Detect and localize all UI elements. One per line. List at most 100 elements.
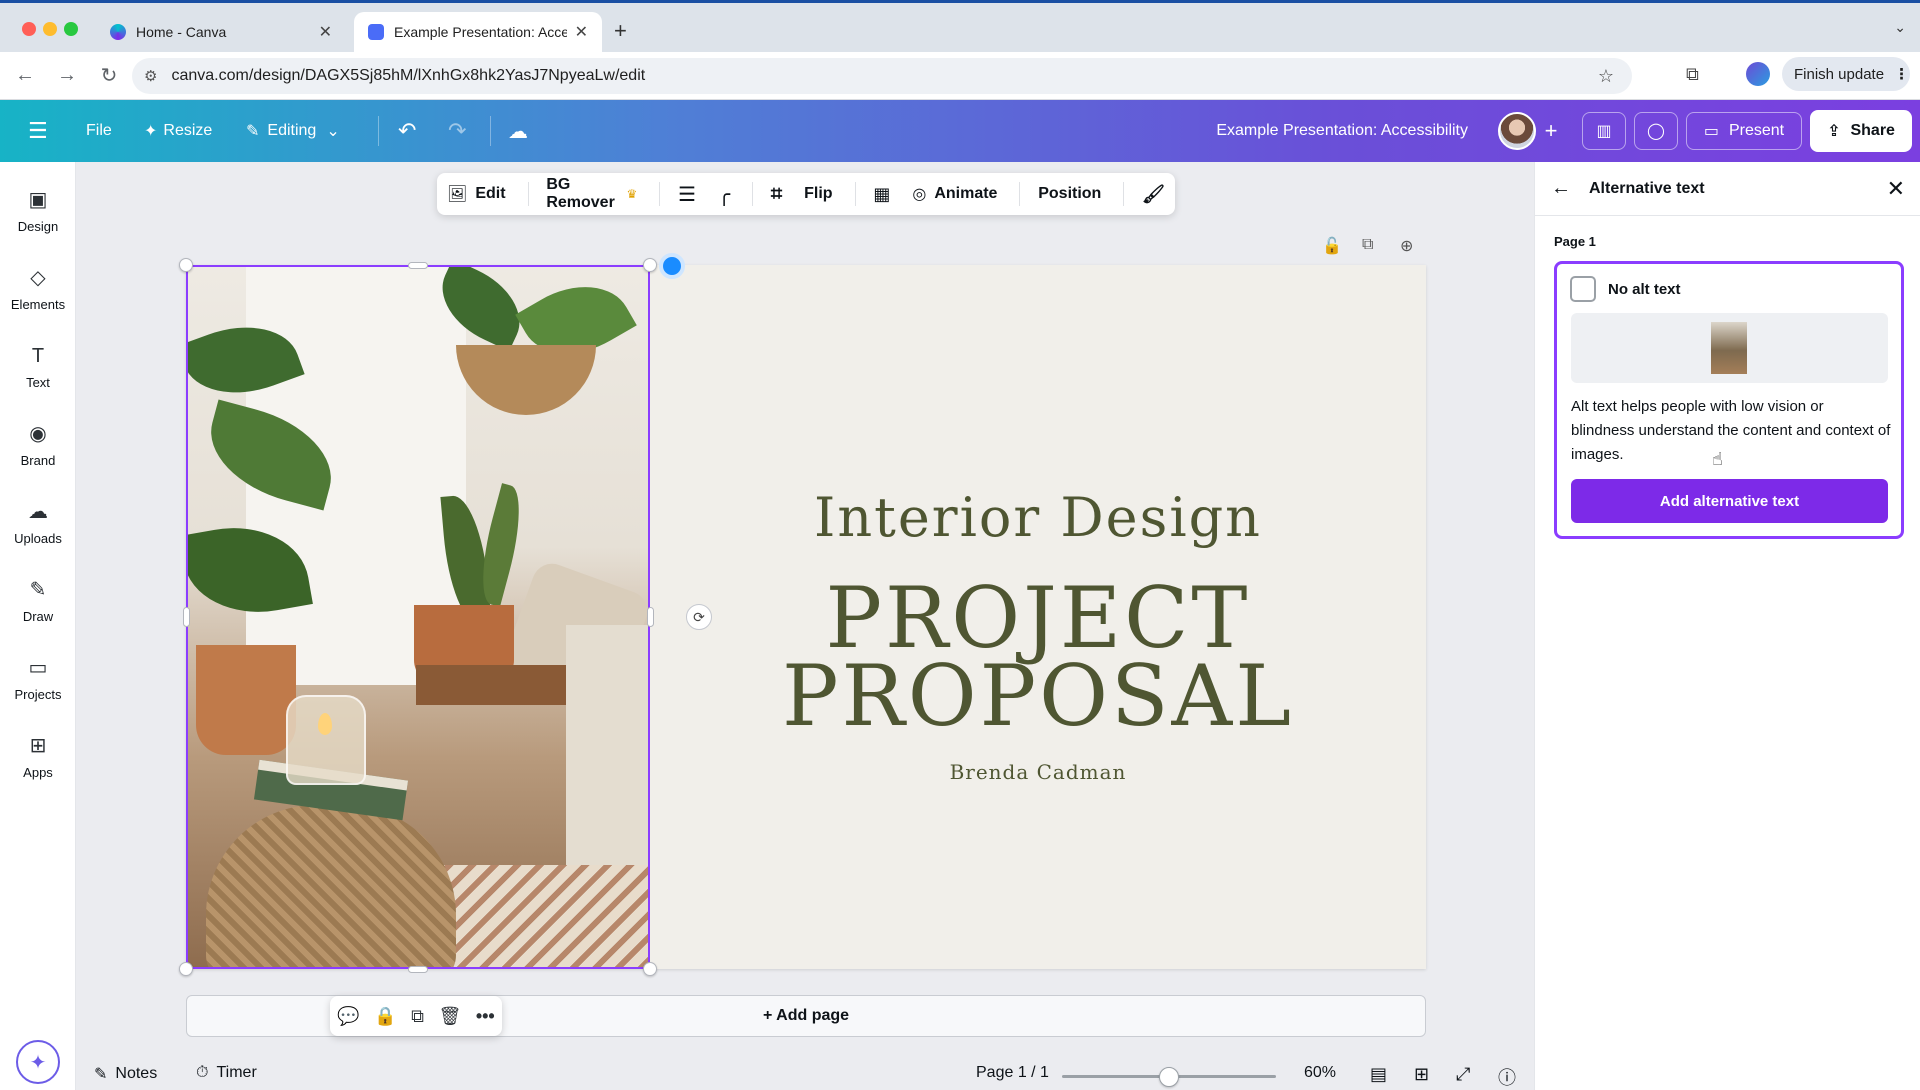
- add-alternative-text-button[interactable]: Add alternative text: [1571, 479, 1888, 523]
- help-question-icon[interactable]: ⓘ: [1498, 1064, 1516, 1090]
- tab-search-chevron-icon[interactable]: ⌄: [1894, 19, 1906, 36]
- finish-update-button[interactable]: Finish update ⋮: [1782, 57, 1910, 91]
- crop-icon[interactable]: ⌗: [771, 183, 782, 206]
- sidebar-item-text[interactable]: T Text: [0, 330, 76, 404]
- page-label: Page 1: [1554, 234, 1596, 249]
- tab-home-canva[interactable]: Home - Canva ✕: [96, 12, 346, 52]
- editing-mode-dropdown[interactable]: ✎ Editing ⌄: [246, 100, 340, 162]
- page-indicator[interactable]: Page 1 / 1: [976, 1064, 1049, 1082]
- browser-tab-bar: Home - Canva ✕ Example Presentation: Acc…: [0, 0, 1920, 52]
- user-avatar[interactable]: [1498, 112, 1536, 150]
- share-button[interactable]: ⇪ Share: [1810, 110, 1912, 152]
- transparency-checker-icon[interactable]: ▦: [873, 184, 890, 205]
- back-arrow-icon[interactable]: ←: [8, 59, 42, 93]
- sidebar-item-design[interactable]: ▣ Design: [0, 174, 76, 248]
- close-window-button[interactable]: [22, 22, 36, 36]
- new-tab-button[interactable]: +: [614, 18, 627, 44]
- sidebar-item-draw[interactable]: ✎ Draw: [0, 564, 76, 638]
- magic-assistant-sparkle-icon[interactable]: ✦: [16, 1040, 60, 1084]
- slide-heading[interactable]: Interior Design: [650, 486, 1426, 549]
- redo-icon[interactable]: ↷: [448, 100, 466, 162]
- add-page-icon[interactable]: ⊕: [1400, 236, 1413, 256]
- slide-title-line2[interactable]: PROPOSAL: [650, 654, 1426, 738]
- browser-profile-icon[interactable]: [1746, 62, 1770, 86]
- timer-button[interactable]: ⏱ Timer: [196, 1064, 257, 1082]
- no-alt-text-checkbox[interactable]: [1570, 276, 1596, 302]
- slide-title-line1[interactable]: PROJECT: [650, 576, 1426, 660]
- lock-icon[interactable]: 🔒: [374, 1006, 396, 1027]
- bookmark-star-icon[interactable]: ☆: [1598, 66, 1614, 87]
- duplicate-page-icon[interactable]: ⧉: [1362, 236, 1373, 254]
- image-preview-area: [1571, 313, 1888, 383]
- canva-favicon-icon: [110, 24, 126, 40]
- edit-image-button[interactable]: 🖼 Edit: [447, 184, 506, 204]
- zoom-slider[interactable]: [1062, 1067, 1276, 1087]
- flip-button[interactable]: Flip: [804, 185, 832, 203]
- present-button[interactable]: ▭ Present: [1686, 112, 1802, 150]
- close-icon[interactable]: ✕: [1887, 176, 1905, 202]
- resize-handle-bottom-left[interactable]: [179, 962, 193, 976]
- animate-button[interactable]: ◎ Animate: [912, 184, 997, 204]
- no-alt-text-label: No alt text: [1608, 281, 1681, 298]
- selection-frame: [186, 265, 650, 969]
- trash-icon[interactable]: 🗑: [438, 1006, 461, 1027]
- site-settings-icon[interactable]: ⚙: [144, 67, 157, 85]
- sidebar-item-brand[interactable]: ◉ Brand: [0, 408, 76, 482]
- alt-text-panel: ← Alternative text ✕ Page 1 No alt text …: [1534, 162, 1920, 1090]
- forward-arrow-icon[interactable]: →: [50, 59, 84, 93]
- minimize-window-button[interactable]: [43, 22, 57, 36]
- add-collaborator-plus-icon[interactable]: +: [1536, 112, 1566, 150]
- rotate-handle[interactable]: [659, 253, 685, 279]
- comment-add-icon[interactable]: 💬: [337, 1006, 359, 1027]
- chevron-down-icon: ⌄: [326, 123, 340, 140]
- reload-icon[interactable]: ↻: [92, 59, 126, 93]
- image-thumbnail: [1711, 322, 1747, 374]
- toolbar-divider: [659, 182, 661, 206]
- resize-button[interactable]: ✦ Resize: [144, 100, 212, 162]
- grid-view-icon[interactable]: ⊞: [1414, 1064, 1429, 1085]
- document-title[interactable]: Example Presentation: Accessibility: [1216, 100, 1468, 162]
- lock-page-icon[interactable]: 🔓: [1322, 236, 1342, 256]
- bg-remover-button[interactable]: BG Remover ♛: [546, 176, 637, 212]
- tab-example-presentation[interactable]: Example Presentation: Acces ✕: [354, 12, 602, 52]
- notes-button[interactable]: ✎ Notes: [94, 1064, 157, 1084]
- presentation-favicon-icon: [368, 24, 384, 40]
- tab-close-icon[interactable]: ✕: [575, 22, 588, 42]
- address-bar[interactable]: ⚙ canva.com/design/DAGX5Sj85hM/lXnhGx8hk…: [132, 58, 1632, 94]
- sidebar-item-uploads[interactable]: ☁ Uploads: [0, 486, 76, 560]
- image-context-toolbar: 🖼 Edit BG Remover ♛ ☰ ╭ ⌗ Flip ▦ ◎ Anima…: [437, 173, 1175, 215]
- corner-rounding-icon[interactable]: ╭: [718, 182, 730, 207]
- cloud-save-icon[interactable]: ☁: [508, 100, 528, 162]
- resize-handle-top-left[interactable]: [179, 258, 193, 272]
- more-horizontal-icon[interactable]: •••: [476, 1006, 495, 1027]
- resize-handle-left[interactable]: [183, 607, 190, 627]
- zoom-level[interactable]: 60%: [1304, 1064, 1336, 1082]
- fullscreen-expand-icon[interactable]: ⤢: [1456, 1064, 1470, 1085]
- main-menu-hamburger-icon[interactable]: ☰: [28, 100, 48, 162]
- maximize-window-button[interactable]: [64, 22, 78, 36]
- tab-close-icon[interactable]: ✕: [319, 22, 332, 42]
- paint-roller-icon[interactable]: 🖌: [1142, 184, 1165, 205]
- resize-handle-bottom[interactable]: [408, 966, 428, 973]
- border-style-icon[interactable]: ☰: [678, 182, 696, 207]
- duplicate-icon[interactable]: ⧉: [411, 1006, 424, 1027]
- insights-chart-icon[interactable]: ▥: [1582, 112, 1626, 150]
- extensions-puzzle-icon[interactable]: ⧉: [1686, 64, 1699, 85]
- page-view-icon[interactable]: ▤: [1370, 1064, 1387, 1085]
- file-menu-button[interactable]: File: [86, 100, 112, 162]
- sidebar-item-apps[interactable]: ⊞ Apps: [0, 720, 76, 794]
- sidebar-item-elements[interactable]: ◇ Elements: [0, 252, 76, 326]
- sidebar-item-projects[interactable]: ▭ Projects: [0, 642, 76, 716]
- slide-author[interactable]: Brenda Cadman: [650, 760, 1426, 784]
- bg-remover-label: BG Remover: [546, 176, 615, 211]
- resize-handle-top[interactable]: [408, 262, 428, 269]
- undo-icon[interactable]: ↶: [398, 100, 416, 162]
- resize-handle-bottom-right[interactable]: [643, 962, 657, 976]
- position-button[interactable]: Position: [1038, 185, 1101, 203]
- back-arrow-icon[interactable]: ←: [1551, 177, 1571, 200]
- zoom-slider-thumb[interactable]: [1159, 1067, 1179, 1087]
- comments-icon[interactable]: ◯: [1634, 112, 1678, 150]
- animate-icon: ◎: [912, 186, 927, 203]
- sidebar-item-label: Apps: [23, 764, 53, 780]
- resize-handle-top-right[interactable]: [643, 258, 657, 272]
